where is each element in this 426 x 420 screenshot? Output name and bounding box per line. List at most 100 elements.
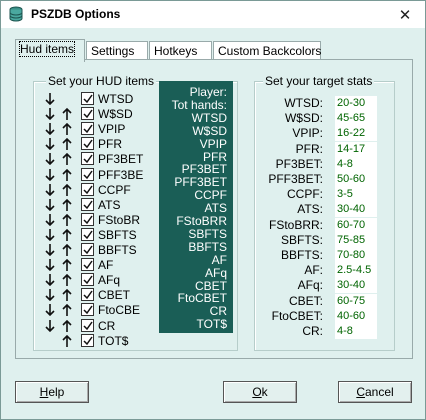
target-stat-label: FtoCBET: <box>271 308 323 323</box>
move-up-arrow-icon[interactable] <box>62 228 72 242</box>
target-stat-input[interactable] <box>335 324 377 339</box>
move-down-arrow-icon[interactable] <box>45 319 55 333</box>
hud-item-checkbox[interactable] <box>81 318 94 332</box>
tab-hud-items[interactable]: Hud items <box>15 39 85 62</box>
tab-hotkeys[interactable]: Hotkeys <box>149 41 212 60</box>
target-stat-input[interactable] <box>335 232 377 248</box>
move-down-arrow-icon[interactable] <box>45 152 55 166</box>
target-stat-input[interactable] <box>335 172 377 187</box>
tab-label: Hud items <box>18 41 76 57</box>
hud-item-checkbox[interactable] <box>81 243 94 256</box>
checkmark-icon <box>83 321 93 330</box>
hud-item-row: WTSD <box>45 92 165 107</box>
hud-item-checkbox[interactable] <box>81 167 94 181</box>
hud-item-checkbox[interactable] <box>81 107 94 121</box>
target-stat-input[interactable] <box>335 156 377 172</box>
target-stat-input[interactable] <box>335 187 377 203</box>
move-down-arrow-icon[interactable] <box>45 243 55 257</box>
target-stat-input[interactable] <box>335 96 377 111</box>
preview-line: PFF3BET <box>174 175 227 190</box>
hud-item-checkbox[interactable] <box>81 258 94 272</box>
move-up-arrow-icon[interactable] <box>62 152 72 166</box>
move-up-arrow-icon[interactable] <box>62 334 72 348</box>
checkmark-icon <box>83 139 93 149</box>
target-stat-input[interactable] <box>335 293 377 309</box>
target-stat-input[interactable] <box>335 248 377 263</box>
hud-item-row: SBFTS <box>45 227 165 243</box>
hud-item-checkbox[interactable] <box>81 182 94 196</box>
hud-item-checkbox[interactable] <box>81 122 94 136</box>
move-up-arrow-icon[interactable] <box>62 168 72 182</box>
move-down-arrow-icon[interactable] <box>45 288 55 302</box>
tab-settings[interactable]: Settings <box>86 41 148 60</box>
target-stat-label: VPIP: <box>292 126 323 141</box>
target-stat-input[interactable] <box>335 111 377 127</box>
move-up-arrow-icon[interactable] <box>62 243 72 257</box>
target-stat-input[interactable] <box>335 202 377 218</box>
tab-custom-backcolors[interactable]: Custom Backcolors <box>213 41 321 60</box>
move-up-arrow-icon[interactable] <box>62 198 72 212</box>
hud-item-checkbox[interactable] <box>81 227 94 241</box>
tab-label: Custom Backcolors <box>218 44 322 58</box>
hud-preview-panel: Player: Tot hands: WTSD W$SD VPIP PFR PF3BET PF… <box>159 81 233 333</box>
move-down-arrow-icon[interactable] <box>45 168 55 182</box>
target-stat-input[interactable] <box>335 217 377 233</box>
move-down-arrow-icon[interactable] <box>45 137 55 151</box>
hud-item-row: W$SD <box>45 107 165 122</box>
preview-line: Player: <box>189 85 227 99</box>
move-up-arrow-icon[interactable] <box>62 213 72 227</box>
hud-item-checkbox[interactable] <box>81 152 94 166</box>
hud-item-checkbox[interactable] <box>81 288 94 302</box>
move-down-arrow-icon[interactable] <box>45 107 55 121</box>
help-button[interactable]: Help <box>15 381 89 403</box>
preview-line: PF3BET <box>181 162 227 177</box>
cancel-button[interactable]: Cancel <box>338 381 412 403</box>
hud-item-label: CCPF <box>98 182 131 197</box>
target-stat-row: W$SD: <box>263 111 383 127</box>
hud-item-checkbox[interactable] <box>81 303 94 317</box>
close-button[interactable]: ✕ <box>385 1 425 28</box>
move-down-arrow-icon[interactable] <box>45 228 55 242</box>
checkmark-icon <box>83 245 93 255</box>
move-down-arrow-icon[interactable] <box>45 258 55 272</box>
move-down-arrow-icon[interactable] <box>45 183 55 197</box>
hud-item-row: TOT$ <box>45 333 165 349</box>
move-up-arrow-icon[interactable] <box>62 137 72 151</box>
move-up-arrow-icon[interactable] <box>62 303 72 317</box>
move-up-arrow-icon[interactable] <box>62 258 72 272</box>
checkmark-icon <box>83 185 93 194</box>
target-stat-input[interactable] <box>335 278 377 294</box>
move-up-arrow-icon[interactable] <box>62 319 72 333</box>
move-down-arrow-icon[interactable] <box>45 198 55 212</box>
target-stat-input[interactable] <box>335 126 377 142</box>
hud-item-checkbox[interactable] <box>81 212 94 226</box>
ok-button[interactable]: Ok <box>223 381 297 403</box>
move-down-arrow-icon[interactable] <box>45 273 55 287</box>
target-stat-input[interactable] <box>335 141 377 157</box>
hud-item-checkbox[interactable] <box>81 197 94 211</box>
target-stat-label: BBFTS: <box>280 248 323 262</box>
move-up-arrow-icon[interactable] <box>62 183 72 197</box>
checkmark-icon <box>83 230 93 240</box>
hud-item-checkbox[interactable] <box>81 137 94 151</box>
move-down-arrow-icon[interactable] <box>45 303 55 317</box>
target-stat-input[interactable] <box>335 263 377 279</box>
move-up-arrow-icon[interactable] <box>62 107 72 121</box>
database-icon <box>9 6 23 22</box>
hud-item-checkbox[interactable] <box>81 92 94 105</box>
hud-item-checkbox[interactable] <box>81 333 94 347</box>
move-up-arrow-icon[interactable] <box>62 122 72 136</box>
hud-item-checkbox[interactable] <box>81 273 94 287</box>
preview-line: PFR <box>203 149 227 164</box>
move-up-arrow-icon[interactable] <box>62 273 72 287</box>
target-stat-label: ATS: <box>297 202 323 217</box>
preview-line: CCPF <box>194 188 227 203</box>
target-stat-label: W$SD: <box>284 111 323 126</box>
target-stat-input[interactable] <box>335 308 377 324</box>
move-down-arrow-icon[interactable] <box>45 213 55 227</box>
move-down-arrow-icon[interactable] <box>45 122 55 136</box>
cancel-mnemonic: C <box>356 385 365 399</box>
move-down-arrow-icon[interactable] <box>45 92 55 106</box>
help-button-label: Help <box>40 385 65 399</box>
move-up-arrow-icon[interactable] <box>62 288 72 302</box>
